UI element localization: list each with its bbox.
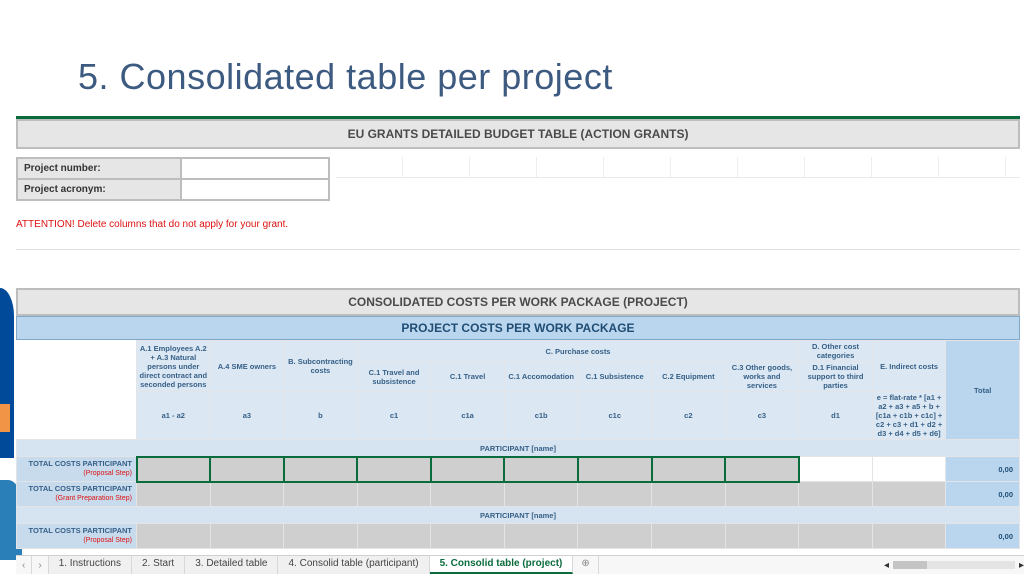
project-acronym-label: Project acronym: <box>18 180 182 199</box>
cell[interactable] <box>725 524 799 549</box>
hdr-c1a: C.1 Accomodation <box>504 362 578 392</box>
cell[interactable] <box>284 482 358 507</box>
project-meta-box: Project number: Project acronym: <box>16 157 330 201</box>
code-c1a: c1b <box>504 392 578 440</box>
hdr-c1t: C.1 Travel <box>431 362 505 392</box>
tab-add[interactable]: ⊕ <box>573 556 598 574</box>
hdr-c: C. Purchase costs <box>357 341 798 362</box>
scroll-left-icon[interactable]: ◂ <box>884 560 889 571</box>
cell[interactable] <box>137 524 211 549</box>
cell[interactable] <box>284 524 358 549</box>
hdr-total: Total <box>946 341 1020 440</box>
cell[interactable] <box>578 457 652 482</box>
code-c3: c3 <box>725 392 799 440</box>
project-acronym-value[interactable] <box>182 180 328 199</box>
cell[interactable] <box>725 482 799 507</box>
cell[interactable] <box>357 457 431 482</box>
tab-consolid-participant[interactable]: 4. Consolid table (participant) <box>278 556 429 574</box>
cell[interactable] <box>872 524 946 549</box>
page-title: 5. Consolidated table per project <box>78 56 613 98</box>
code-c1s: c1c <box>578 392 652 440</box>
participant-row-1: PARTICIPANT [name] <box>17 440 1020 457</box>
cell[interactable] <box>357 524 431 549</box>
cell[interactable] <box>137 482 211 507</box>
cell[interactable] <box>504 457 578 482</box>
tab-nav-next[interactable]: › <box>32 556 48 574</box>
tab-nav-prev[interactable]: ‹ <box>16 556 32 574</box>
sheet-top-area: EU GRANTS DETAILED BUDGET TABLE (ACTION … <box>16 116 1020 250</box>
hdr-d1: D.1 Financial support to third parties <box>799 362 873 392</box>
cell[interactable] <box>210 524 284 549</box>
cell[interactable] <box>872 482 946 507</box>
code-c2: c2 <box>652 392 726 440</box>
cell[interactable] <box>725 457 799 482</box>
tcp-label-2: TOTAL COSTS PARTICIPANT (Grant Preparati… <box>17 482 137 507</box>
hdr-c1s: C.1 Subsistence <box>578 362 652 392</box>
cell[interactable] <box>872 457 946 482</box>
hdr-b: B. Subcontracting costs <box>284 341 358 392</box>
cell[interactable] <box>284 457 358 482</box>
cell[interactable] <box>431 457 505 482</box>
banner-consolidated: CONSOLIDATED COSTS PER WORK PACKAGE (PRO… <box>16 288 1020 316</box>
cell[interactable] <box>504 524 578 549</box>
cell[interactable] <box>799 524 873 549</box>
cell[interactable] <box>357 482 431 507</box>
project-number-value[interactable] <box>182 159 328 178</box>
hdr-e: E. Indirect costs <box>872 341 946 392</box>
cost-header-table: A.1 Employees A.2 + A.3 Natural persons … <box>16 340 1020 549</box>
horizontal-scrollbar[interactable]: ◂ ▸ <box>884 556 1024 574</box>
cell[interactable] <box>504 482 578 507</box>
project-number-label: Project number: <box>18 159 182 178</box>
warning-text: ATTENTION! Delete columns that do not ap… <box>16 219 1020 230</box>
cell[interactable] <box>652 457 726 482</box>
cell[interactable] <box>431 524 505 549</box>
code-a12: a1 - a2 <box>137 392 211 440</box>
tab-start[interactable]: 2. Start <box>132 556 185 574</box>
cell[interactable] <box>652 524 726 549</box>
tab-instructions[interactable]: 1. Instructions <box>49 556 132 574</box>
tcp-label-3: TOTAL COSTS PARTICIPANT (Proposal Step) <box>17 524 137 549</box>
cell[interactable] <box>578 482 652 507</box>
total-3: 0,00 <box>946 524 1020 549</box>
hdr-c1ts: C.1 Travel and subsistence <box>357 362 431 392</box>
cell[interactable] <box>652 482 726 507</box>
banner-project-costs: PROJECT COSTS PER WORK PACKAGE <box>16 316 1020 340</box>
sheet-tab-bar: ‹ › 1. Instructions 2. Start 3. Detailed… <box>16 555 1024 574</box>
hdr-a4: A.4 SME owners <box>210 341 284 392</box>
tab-detailed-table[interactable]: 3. Detailed table <box>185 556 278 574</box>
scroll-thumb[interactable] <box>893 561 927 569</box>
total-2: 0,00 <box>946 482 1020 507</box>
decor-ribbon-blue <box>0 288 14 458</box>
cell[interactable] <box>799 457 873 482</box>
cell[interactable] <box>799 482 873 507</box>
tcp-label-1: TOTAL COSTS PARTICIPANT (Proposal Step) <box>17 457 137 482</box>
hdr-c3: C.3 Other goods, works and services <box>725 362 799 392</box>
code-a4: a3 <box>210 392 284 440</box>
scroll-right-icon[interactable]: ▸ <box>1019 560 1024 571</box>
hdr-a12: A.1 Employees A.2 + A.3 Natural persons … <box>137 341 211 392</box>
cell[interactable] <box>210 482 284 507</box>
cell[interactable] <box>137 457 211 482</box>
e-formula: e = flat-rate * [a1 + a2 + a3 + a5 + b +… <box>872 392 946 440</box>
cell[interactable] <box>578 524 652 549</box>
code-c1ts: c1 <box>357 392 431 440</box>
cell[interactable] <box>210 457 284 482</box>
code-c1t: c1a <box>431 392 505 440</box>
banner-eu-grants: EU GRANTS DETAILED BUDGET TABLE (ACTION … <box>16 119 1020 149</box>
total-1: 0,00 <box>946 457 1020 482</box>
code-d1: d1 <box>799 392 873 440</box>
code-b: b <box>284 392 358 440</box>
sheet-mid-area: CONSOLIDATED COSTS PER WORK PACKAGE (PRO… <box>16 288 1020 549</box>
cell[interactable] <box>431 482 505 507</box>
decor-ribbon-orange <box>0 404 10 432</box>
participant-row-2: PARTICIPANT [name] <box>17 507 1020 524</box>
hdr-d: D. Other cost categories <box>799 341 873 362</box>
hdr-c2: C.2 Equipment <box>652 362 726 392</box>
tab-consolid-project[interactable]: 5. Consolid table (project) <box>430 556 574 574</box>
